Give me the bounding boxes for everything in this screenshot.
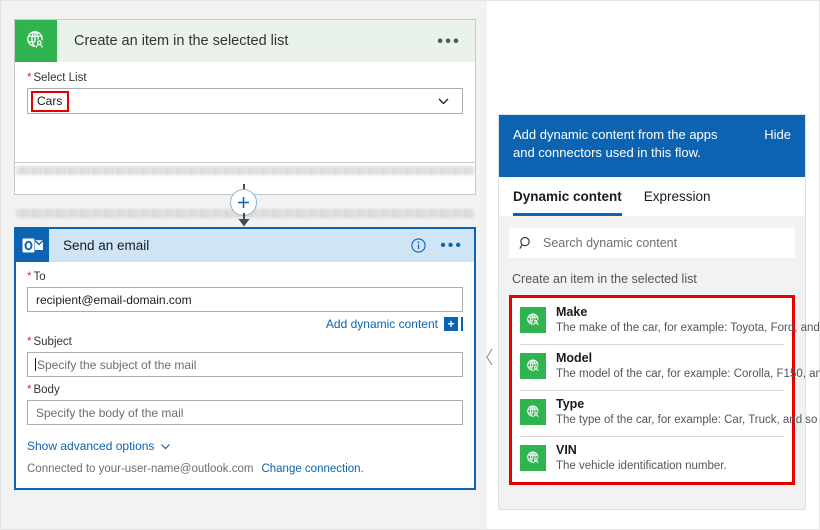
action-card-send-email[interactable]: Send an email ••• *To recipient@email-do… (14, 227, 476, 490)
to-field-label: *To (27, 271, 463, 283)
arrow-down-icon (237, 213, 251, 227)
plus-circle-icon[interactable] (230, 189, 257, 216)
list-item-name: Type (556, 397, 784, 412)
dynamic-content-panel-header: Add dynamic content from the apps and co… (499, 115, 805, 177)
list-item-name: VIN (556, 443, 727, 458)
sharepoint-globe-person-icon (15, 20, 57, 62)
select-list-dropdown[interactable]: Cars (27, 88, 463, 114)
dynamic-content-tabs: Dynamic content Expression (499, 177, 805, 216)
tab-expression-label: Expression (644, 189, 711, 204)
search-input-placeholder: Search dynamic content (543, 236, 677, 250)
chevron-down-icon[interactable] (437, 95, 450, 108)
to-field-input[interactable]: recipient@email-domain.com (27, 287, 463, 312)
dynamic-content-panel-description: Add dynamic content from the apps and co… (513, 126, 728, 162)
required-asterisk: * (27, 271, 31, 283)
dynamic-content-panel: Add dynamic content from the apps and co… (498, 114, 806, 510)
select-list-value[interactable]: Cars (31, 91, 69, 112)
list-item-description: The model of the car, for example: Corol… (556, 367, 784, 382)
required-asterisk: * (27, 72, 31, 84)
add-step-connector[interactable] (229, 184, 259, 226)
subject-field-label: *Subject (27, 336, 463, 348)
subject-field-input[interactable]: Specify the subject of the mail (27, 352, 463, 377)
list-item-text: VIN The vehicle identification number. (556, 443, 727, 474)
show-advanced-options-label: Show advanced options (27, 439, 154, 453)
add-dynamic-content-row: Add dynamic content + (27, 317, 463, 336)
search-container: Search dynamic content (499, 216, 805, 258)
list-item[interactable]: Make The make of the car, for example: T… (512, 298, 792, 344)
show-advanced-options-button[interactable]: Show advanced options (27, 439, 463, 453)
required-asterisk: * (27, 384, 31, 396)
outlook-icon (16, 229, 49, 262)
subject-field-placeholder: Specify the subject of the mail (37, 358, 196, 372)
dynamic-content-group-label: Create an item in the selected list (499, 258, 805, 295)
select-list-label: *Select List (27, 72, 463, 84)
chevron-down-icon (160, 441, 171, 452)
change-connection-link[interactable]: Change connection. (261, 463, 363, 475)
list-item-text: Make The make of the car, for example: T… (556, 305, 784, 336)
app-root: Create an item in the selected list ••• … (0, 0, 820, 530)
connected-to-text: Connected to your-user-name@outlook.com (27, 463, 253, 475)
text-caret (35, 358, 36, 371)
body-field-placeholder: Specify the body of the mail (36, 406, 183, 420)
send-email-title: Send an email (63, 238, 149, 253)
hidden-content-placeholder (16, 166, 474, 175)
to-field-value: recipient@email-domain.com (36, 293, 192, 307)
search-input[interactable]: Search dynamic content (509, 228, 795, 258)
sharepoint-globe-person-icon (520, 445, 546, 471)
body-field-label-text: Body (33, 384, 59, 396)
badge-bar (461, 317, 463, 331)
tab-expression[interactable]: Expression (644, 177, 711, 216)
list-item-description: The vehicle identification number. (556, 459, 727, 474)
to-field-label-text: To (33, 271, 45, 283)
action-card-header[interactable]: Create an item in the selected list ••• (15, 20, 475, 62)
action-card-menu-button[interactable]: ••• (437, 33, 461, 50)
search-icon (519, 236, 533, 250)
add-dynamic-content-button[interactable]: Add dynamic content + (326, 317, 463, 331)
list-item-text: Model The model of the car, for example:… (556, 351, 784, 382)
list-item-text: Type The type of the car, for example: C… (556, 397, 784, 428)
tab-dynamic-content-label: Dynamic content (513, 189, 622, 204)
required-asterisk: * (27, 336, 31, 348)
send-email-body: *To recipient@email-domain.com Add dynam… (16, 262, 474, 475)
list-item[interactable]: Type The type of the car, for example: C… (512, 390, 792, 436)
body-field-input[interactable]: Specify the body of the mail (27, 400, 463, 425)
action-card-create-item[interactable]: Create an item in the selected list ••• … (14, 19, 476, 184)
list-item-description: The make of the car, for example: Toyota… (556, 321, 784, 336)
send-email-menu-button[interactable]: ••• (440, 238, 463, 254)
subject-field-label-text: Subject (33, 336, 71, 348)
connection-status: Connected to your-user-name@outlook.com … (27, 463, 463, 475)
list-item-name: Make (556, 305, 784, 320)
tab-dynamic-content[interactable]: Dynamic content (513, 177, 622, 216)
select-list-label-text: Select List (33, 72, 86, 84)
list-item[interactable]: Model The model of the car, for example:… (512, 344, 792, 390)
action-card-title: Create an item in the selected list (74, 33, 288, 49)
list-item-name: Model (556, 351, 784, 366)
info-icon[interactable] (411, 238, 426, 253)
body-field-label: *Body (27, 384, 463, 396)
action-card-body: *Select List Cars (15, 62, 475, 114)
plus-badge-icon: + (444, 317, 458, 331)
hide-panel-button[interactable]: Hide (764, 127, 791, 142)
dynamic-content-list: Make The make of the car, for example: T… (509, 295, 795, 485)
send-email-header-actions: ••• (411, 238, 463, 254)
list-item-description: The type of the car, for example: Car, T… (556, 413, 784, 428)
list-item[interactable]: VIN The vehicle identification number. (512, 436, 792, 482)
send-email-header[interactable]: Send an email ••• (16, 229, 474, 262)
chevron-left-icon[interactable] (484, 346, 496, 368)
sharepoint-globe-person-icon (520, 399, 546, 425)
sharepoint-globe-person-icon (520, 307, 546, 333)
sharepoint-globe-person-icon (520, 353, 546, 379)
add-dynamic-content-label: Add dynamic content (326, 317, 438, 331)
